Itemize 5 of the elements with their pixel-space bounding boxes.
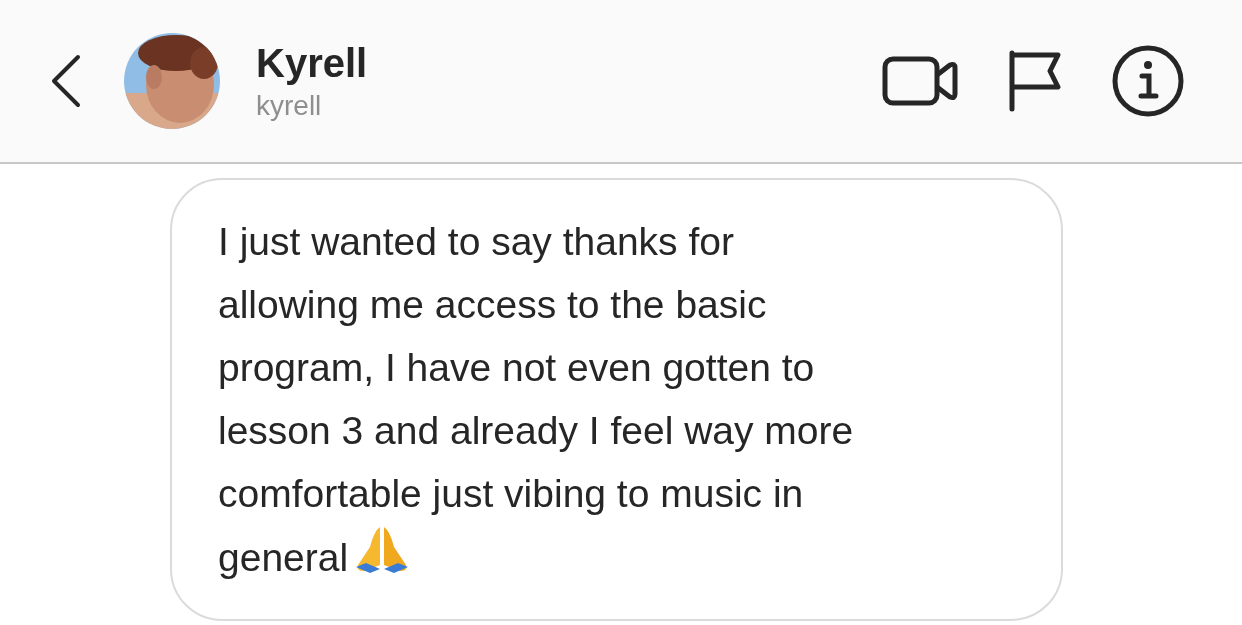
contact-name: Kyrell: [256, 40, 368, 86]
info-icon[interactable]: [1112, 45, 1184, 117]
flag-icon[interactable]: [1008, 50, 1062, 112]
message-text: I just wanted to say thanks for allowing me access to the basic program, I have not even gotten to lesson 3 and already I feel way more comfortable just vibing to music in general: [218, 219, 855, 581]
contact-username: kyrell: [256, 89, 323, 122]
